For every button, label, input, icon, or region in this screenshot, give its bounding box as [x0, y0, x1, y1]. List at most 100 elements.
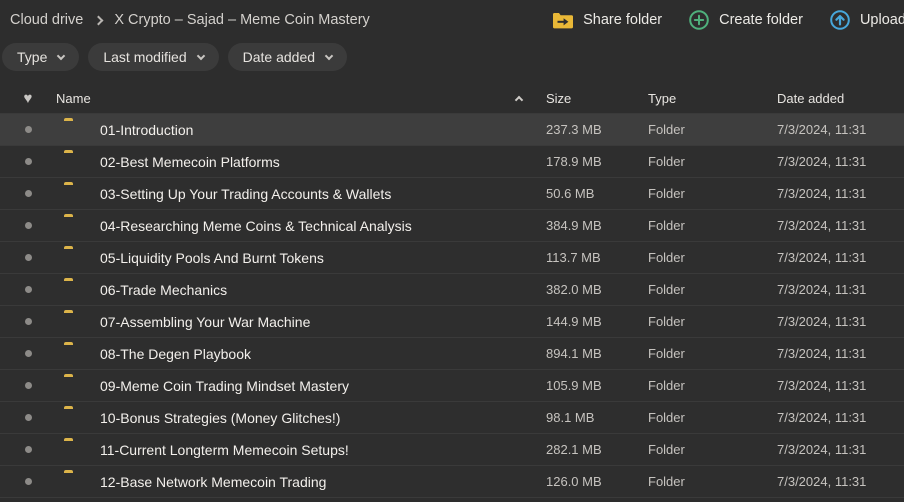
chevron-down-icon	[57, 51, 65, 59]
folder-name[interactable]: 06-Trade Mechanics	[96, 282, 510, 298]
name-column-header[interactable]: Name	[56, 91, 510, 106]
folder-date-added: 7/3/2024, 11:31	[777, 186, 904, 201]
folder-date-added: 7/3/2024, 11:31	[777, 122, 904, 137]
folder-icon-cell	[56, 217, 96, 235]
folder-date-added: 7/3/2024, 11:31	[777, 346, 904, 361]
breadcrumb-current: X Crypto – Sajad – Meme Coin Mastery	[114, 12, 369, 28]
row-marker[interactable]	[0, 126, 56, 133]
dot-icon	[25, 286, 32, 293]
filter-bar: Type Last modified Date added	[0, 40, 904, 84]
folder-size: 105.9 MB	[546, 378, 648, 393]
dot-icon	[25, 350, 32, 357]
folder-date-added: 7/3/2024, 11:31	[777, 218, 904, 233]
topbar: Cloud drive X Crypto – Sajad – Meme Coin…	[0, 0, 904, 40]
dot-icon	[25, 478, 32, 485]
folder-size: 113.7 MB	[546, 250, 648, 265]
dot-icon	[25, 254, 32, 261]
folder-name[interactable]: 10-Bonus Strategies (Money Glitches!)	[96, 410, 510, 426]
folder-date-added: 7/3/2024, 11:31	[777, 474, 904, 489]
folder-icon-cell	[56, 441, 96, 459]
table-row[interactable]: 07-Assembling Your War Machine 144.9 MB …	[0, 305, 904, 337]
folder-icon-cell	[56, 153, 96, 171]
table-row[interactable]: 03-Setting Up Your Trading Accounts & Wa…	[0, 177, 904, 209]
filter-pill[interactable]: Type	[2, 43, 79, 71]
folder-name[interactable]: 04-Researching Meme Coins & Technical An…	[96, 218, 510, 234]
folder-size: 126.0 MB	[546, 474, 648, 489]
upload-label: Upload...	[860, 12, 904, 28]
dot-icon	[25, 222, 32, 229]
share-folder-label: Share folder	[583, 12, 662, 28]
folder-name[interactable]: 05-Liquidity Pools And Burnt Tokens	[96, 250, 510, 266]
create-folder-button[interactable]: Create folder	[688, 9, 803, 31]
folder-icon-cell	[56, 313, 96, 331]
table-row[interactable]: 01-Introduction 237.3 MB Folder 7/3/2024…	[0, 113, 904, 145]
table-row[interactable]: 12-Base Network Memecoin Trading 126.0 M…	[0, 465, 904, 497]
folder-size: 237.3 MB	[546, 122, 648, 137]
row-marker[interactable]	[0, 190, 56, 197]
folder-type: Folder	[648, 186, 777, 201]
filter-pill-label: Type	[17, 49, 47, 65]
dot-icon	[25, 446, 32, 453]
folder-size: 282.1 MB	[546, 442, 648, 457]
table-row[interactable]: 08-The Degen Playbook 894.1 MB Folder 7/…	[0, 337, 904, 369]
folder-icon-cell	[56, 281, 96, 299]
folder-date-added: 7/3/2024, 11:31	[777, 250, 904, 265]
table-row[interactable]: 04-Researching Meme Coins & Technical An…	[0, 209, 904, 241]
folder-name[interactable]: 03-Setting Up Your Trading Accounts & Wa…	[96, 186, 510, 202]
sort-ascending-icon[interactable]	[510, 91, 546, 106]
folder-date-added: 7/3/2024, 11:31	[777, 314, 904, 329]
folder-size: 144.9 MB	[546, 314, 648, 329]
circle-plus-icon	[688, 9, 710, 31]
share-folder-button[interactable]: Share folder	[552, 11, 662, 29]
row-marker[interactable]	[0, 446, 56, 453]
folder-type: Folder	[648, 122, 777, 137]
cloud-drive-window: Cloud drive X Crypto – Sajad – Meme Coin…	[0, 0, 904, 502]
folder-name[interactable]: 09-Meme Coin Trading Mindset Mastery	[96, 378, 510, 394]
date-added-column-header[interactable]: Date added	[777, 91, 904, 106]
table-row[interactable]: 11-Current Longterm Memecoin Setups! 282…	[0, 433, 904, 465]
file-table: ♥ Name Size Type Date added 01-Introduct…	[0, 84, 904, 498]
table-row[interactable]: 05-Liquidity Pools And Burnt Tokens 113.…	[0, 241, 904, 273]
table-row[interactable]: 06-Trade Mechanics 382.0 MB Folder 7/3/2…	[0, 273, 904, 305]
folder-type: Folder	[648, 442, 777, 457]
row-marker[interactable]	[0, 158, 56, 165]
folder-name[interactable]: 07-Assembling Your War Machine	[96, 314, 510, 330]
table-row[interactable]: 10-Bonus Strategies (Money Glitches!) 98…	[0, 401, 904, 433]
row-marker[interactable]	[0, 382, 56, 389]
filter-pill-label: Date added	[243, 49, 315, 65]
folder-size: 382.0 MB	[546, 282, 648, 297]
folder-type: Folder	[648, 314, 777, 329]
folder-name[interactable]: 08-The Degen Playbook	[96, 346, 510, 362]
breadcrumb-root[interactable]: Cloud drive	[10, 12, 83, 28]
folder-name[interactable]: 11-Current Longterm Memecoin Setups!	[96, 442, 510, 458]
folder-name[interactable]: 02-Best Memecoin Platforms	[96, 154, 510, 170]
action-bar: Share folder Create folder	[552, 9, 904, 31]
table-row[interactable]: 02-Best Memecoin Platforms 178.9 MB Fold…	[0, 145, 904, 177]
row-marker[interactable]	[0, 478, 56, 485]
folder-icon-cell	[56, 249, 96, 267]
heart-icon: ♥	[24, 90, 33, 107]
filter-pill[interactable]: Last modified	[88, 43, 218, 71]
folder-date-added: 7/3/2024, 11:31	[777, 154, 904, 169]
type-column-header[interactable]: Type	[648, 91, 777, 106]
favorites-column-header[interactable]: ♥	[24, 91, 33, 106]
folder-type: Folder	[648, 410, 777, 425]
table-row[interactable]: 09-Meme Coin Trading Mindset Mastery 105…	[0, 369, 904, 401]
row-marker[interactable]	[0, 414, 56, 421]
folder-name[interactable]: 01-Introduction	[96, 122, 510, 138]
row-marker[interactable]	[0, 286, 56, 293]
filter-pill[interactable]: Date added	[228, 43, 347, 71]
folder-name[interactable]: 12-Base Network Memecoin Trading	[96, 474, 510, 490]
row-marker[interactable]	[0, 318, 56, 325]
table-header-row: ♥ Name Size Type Date added	[0, 84, 904, 113]
row-marker[interactable]	[0, 350, 56, 357]
row-marker[interactable]	[0, 222, 56, 229]
breadcrumb: Cloud drive X Crypto – Sajad – Meme Coin…	[10, 12, 370, 28]
upload-button[interactable]: Upload...	[829, 9, 904, 31]
row-marker[interactable]	[0, 254, 56, 261]
size-column-header[interactable]: Size	[546, 91, 648, 106]
folder-type: Folder	[648, 282, 777, 297]
dot-icon	[25, 190, 32, 197]
folder-type: Folder	[648, 250, 777, 265]
folder-size: 384.9 MB	[546, 218, 648, 233]
